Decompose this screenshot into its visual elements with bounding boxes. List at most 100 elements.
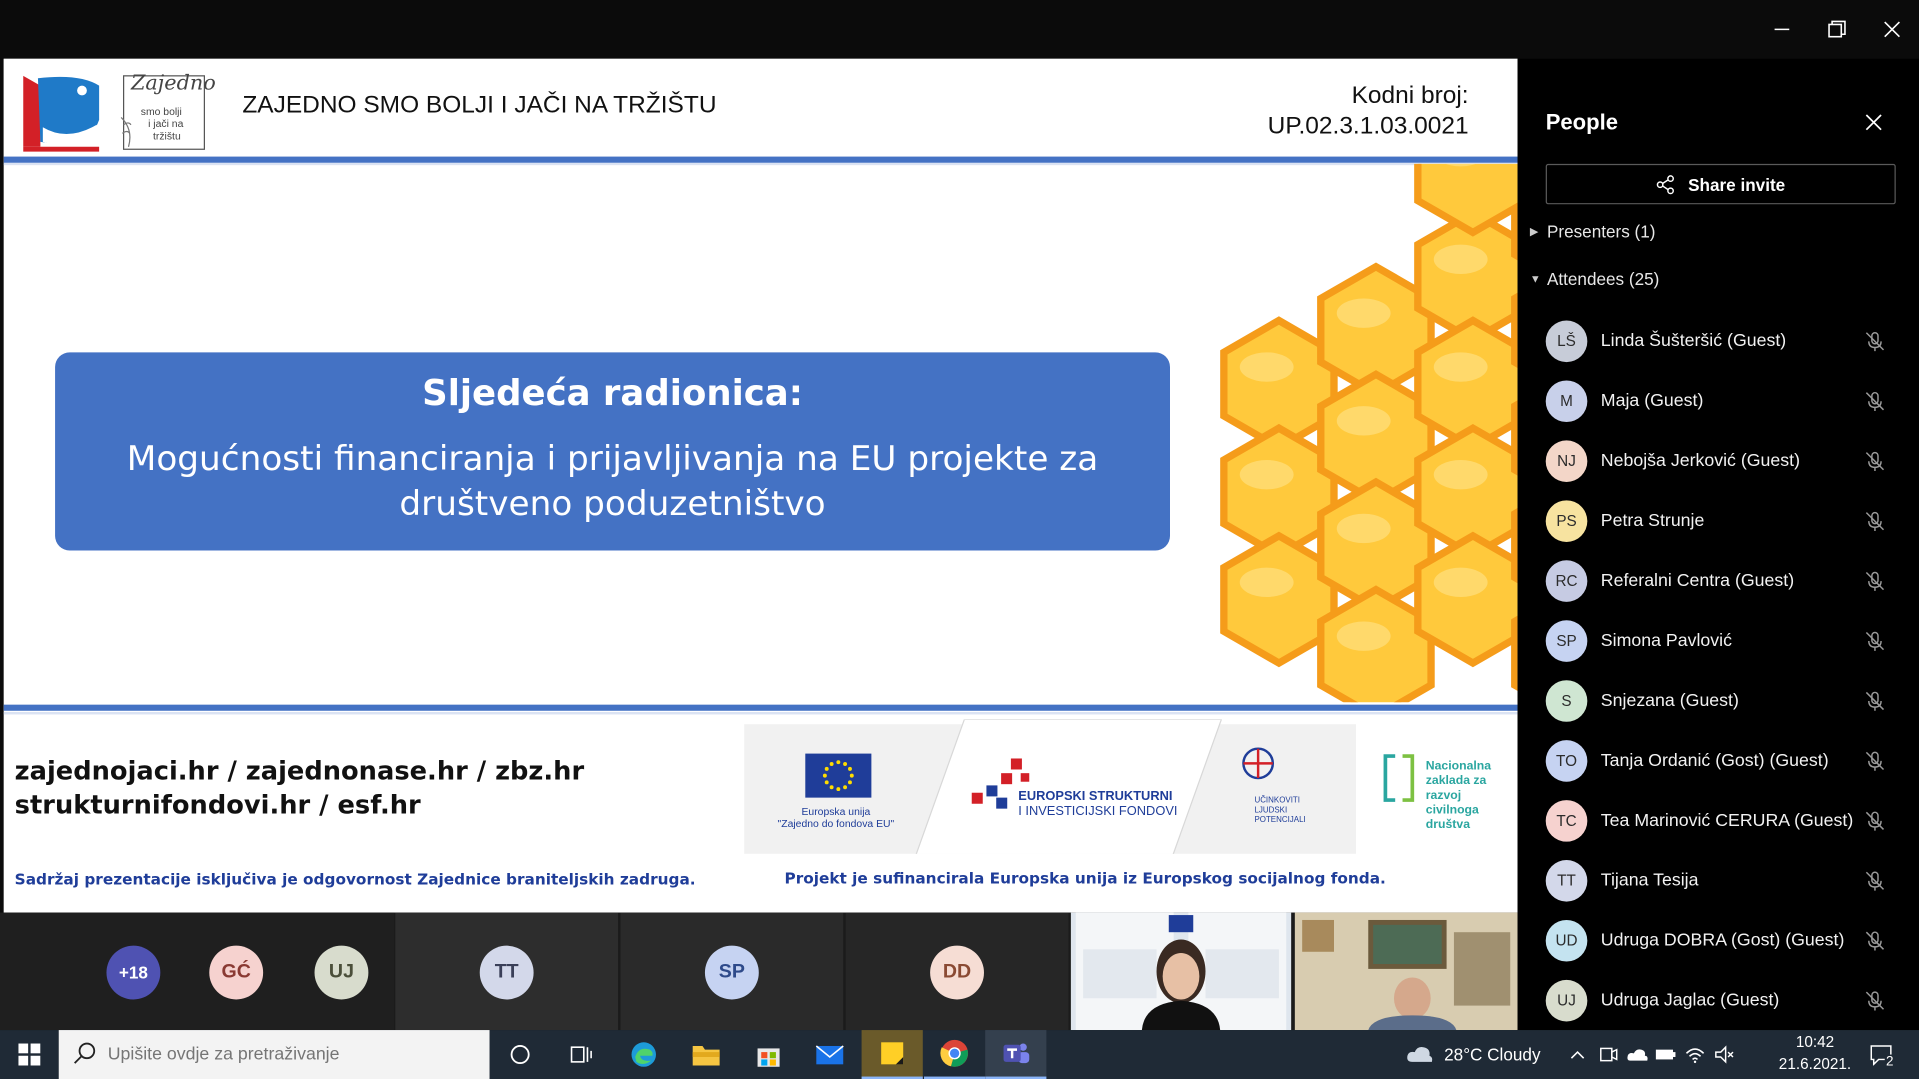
attendee-avatar: UJ (1545, 979, 1588, 1022)
nzrcd-line-5: društva (1425, 818, 1470, 832)
attendee-name: Simona Pavlović (1600, 631, 1732, 651)
mic-muted-icon (1865, 991, 1885, 1011)
attendee-row[interactable]: LŠ Linda Šušteršić (Guest) (1545, 320, 1895, 363)
eu-flag-star-icon (824, 780, 829, 785)
participant-video-1[interactable] (1070, 912, 1292, 1031)
caret-right-icon: ▶ (1529, 224, 1539, 237)
more-participants-button[interactable]: +18 (106, 945, 161, 1000)
clock-time[interactable]: 10:42 (1776, 1034, 1854, 1051)
attendee-avatar: SP (1545, 620, 1588, 662)
honeycomb-cell (1414, 531, 1518, 668)
teams-button[interactable] (985, 1030, 1047, 1079)
meet-now-icon[interactable] (1598, 1045, 1618, 1065)
onedrive-icon[interactable] (1626, 1046, 1648, 1063)
volume-muted-icon[interactable] (1713, 1045, 1735, 1065)
sticky-notes-button[interactable] (861, 1030, 923, 1079)
participant-tile[interactable]: DD (845, 912, 1069, 1031)
attendee-row[interactable]: SP Simona Pavlović (1545, 620, 1895, 662)
esif-logo-text: EUROPSKI STRUKTURNI I INVESTICIJSKI FOND… (1018, 789, 1177, 818)
windows-logo-icon (18, 1043, 41, 1066)
taskbar-search[interactable] (58, 1030, 490, 1079)
people-panel: People Share invite ▶ Presenters (1) ▼ A… (1517, 58, 1919, 1031)
attendee-avatar: RC (1545, 560, 1588, 602)
share-invite-button[interactable]: Share invite (1545, 163, 1896, 205)
attendee-name: Udruga DOBRA (Gost) (Guest) (1600, 930, 1845, 951)
nzrcd-logo-text: Nacionalna zaklada za razvoj civilnoga d… (1426, 760, 1491, 833)
participant-avatar[interactable]: GĆ (209, 945, 264, 1000)
webcam-person-icon (1294, 912, 1518, 1031)
mic-muted-icon (1865, 631, 1885, 651)
esf-line-3: POTENCIJALI (1254, 815, 1306, 825)
honeycomb-highlight (1433, 244, 1488, 275)
task-view-button[interactable] (551, 1030, 612, 1079)
attendee-name: Petra Strunje (1600, 511, 1705, 531)
edge-taskbar-button[interactable] (613, 1030, 674, 1079)
mail-button[interactable] (799, 1030, 860, 1079)
windows-taskbar: 28°C Cloudy 10:42 21.6.2021. 2 (0, 1030, 1919, 1079)
eu-flag-star-icon (836, 787, 841, 792)
nzrcd-bracket-icon (1383, 754, 1415, 802)
attendee-row[interactable]: TO Tanja Ordanić (Gost) (Guest) (1545, 740, 1895, 782)
eu-caption-line-1: Europska unija (801, 804, 871, 818)
honeycomb-highlight (1239, 567, 1294, 597)
wifi-icon[interactable] (1684, 1045, 1706, 1065)
mic-muted-icon (1865, 931, 1885, 951)
store-button[interactable] (738, 1030, 799, 1079)
attendee-row[interactable]: TC Tea Marinović CERURA (Guest) (1545, 800, 1895, 842)
weather-text[interactable]: 28°C Cloudy (1444, 1045, 1540, 1065)
participant-avatar[interactable]: UJ (314, 945, 369, 1000)
file-explorer-button[interactable] (676, 1030, 737, 1079)
honeycomb-highlight (1239, 352, 1294, 382)
chevron-up-icon[interactable] (1569, 1047, 1586, 1062)
participant-avatar: TT (479, 945, 534, 1000)
chrome-button[interactable] (924, 1030, 986, 1079)
attendee-avatar: TO (1545, 740, 1588, 782)
presenters-section-toggle[interactable]: ▶ Presenters (1) (1530, 221, 1656, 241)
attendee-name: Referalni Centra (Guest) (1600, 571, 1795, 591)
attendee-name: Tanja Ordanić (Gost) (Guest) (1600, 751, 1829, 771)
attendees-section-toggle[interactable]: ▼ Attendees (25) (1530, 269, 1660, 289)
nzrcd-line-2: zaklada za (1425, 774, 1487, 788)
slide-header-title: ZAJEDNO SMO BOLJI I JAČI NA TRŽIŠTU (242, 91, 717, 119)
footer-links: zajednojaci.hr / zajednonase.hr / zbz.hr… (15, 754, 584, 823)
attendee-avatar: TC (1545, 800, 1588, 842)
attendee-row[interactable]: PS Petra Strunje (1545, 500, 1895, 542)
close-panel-icon[interactable] (1864, 113, 1884, 133)
zajedno-logo: Zajedno smo bolji i jači na tržištu (116, 69, 216, 152)
attendee-row[interactable]: UJ Udruga Jaglac (Guest) (1545, 979, 1895, 1022)
close-window-button[interactable] (1865, 10, 1919, 49)
esf-line-2: LJUDSKI (1254, 806, 1288, 815)
project-code-value: UP.02.3.1.03.0021 (1267, 112, 1469, 140)
search-input[interactable] (107, 1044, 451, 1065)
attendee-row[interactable]: UD Udruga DOBRA (Gost) (Guest) (1545, 919, 1895, 962)
attendee-row[interactable]: NJ Nebojša Jerković (Guest) (1545, 440, 1895, 483)
participant-tile[interactable]: TT (395, 912, 619, 1031)
battery-icon[interactable] (1655, 1046, 1677, 1063)
notification-count: 2 (1884, 1054, 1895, 1070)
nzrcd-line-3: razvoj (1425, 789, 1462, 803)
sticky-notes-icon (881, 1042, 904, 1065)
attendee-row[interactable]: TT Tijana Tesija (1545, 860, 1895, 902)
attendees-label: Attendees (25) (1546, 269, 1660, 289)
next-workshop-box: Sljedeća radionica: Mogućnosti financira… (55, 352, 1171, 551)
mic-muted-icon (1865, 691, 1885, 711)
esf-logo-text: UČINKOVITI LJUDSKI POTENCIJALI (1254, 796, 1305, 825)
restore-button[interactable] (1810, 10, 1864, 49)
attendee-row[interactable]: S Snjezana (Guest) (1545, 680, 1895, 722)
attendee-avatar: TT (1545, 860, 1588, 902)
attendee-row[interactable]: RC Referalni Centra (Guest) (1545, 560, 1895, 602)
start-button[interactable] (0, 1030, 59, 1079)
attendee-avatar: NJ (1545, 440, 1588, 483)
footer-links-line-2: strukturnifondovi.hr / esf.hr (14, 790, 421, 820)
task-view-icon (570, 1046, 592, 1063)
edge-icon (631, 1042, 656, 1067)
esif-line-1: EUROPSKI STRUKTURNI (1018, 789, 1173, 804)
honeycomb-highlight (1433, 567, 1488, 597)
cortana-button[interactable] (490, 1030, 551, 1079)
clock-date[interactable]: 21.6.2021. (1776, 1056, 1854, 1073)
participant-video-2[interactable] (1294, 912, 1518, 1031)
eu-caption-line-2: "Zajedno do fondova EU" (777, 817, 895, 830)
attendee-row[interactable]: M Maja (Guest) (1545, 380, 1895, 423)
minimize-button[interactable] (1755, 10, 1809, 49)
participant-tile[interactable]: SP (620, 912, 844, 1031)
